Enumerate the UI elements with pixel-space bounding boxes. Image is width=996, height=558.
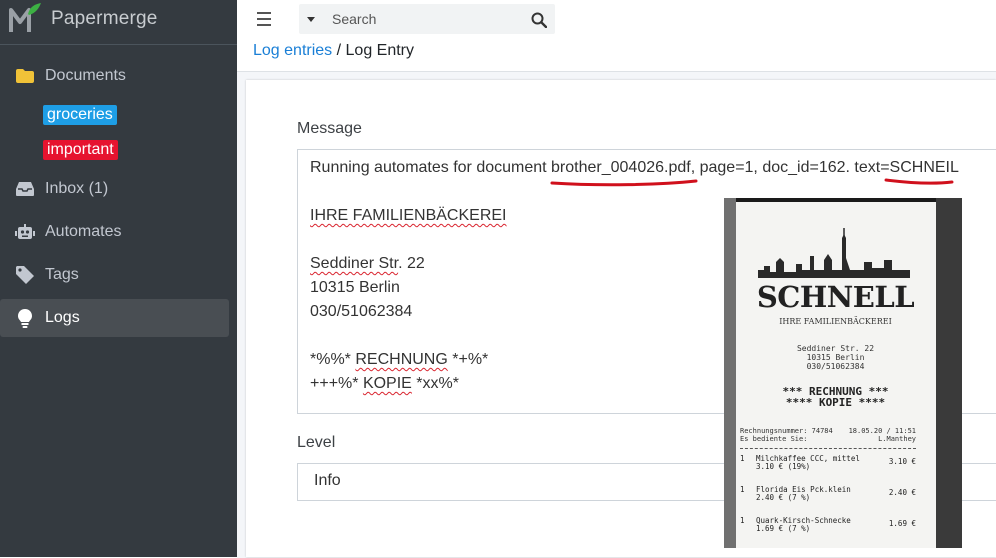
receipt-items: 1 Milchkaffee CCC, mittel 3.10 € (19%) 3.… xyxy=(740,455,916,548)
receipt-image: SCHNELL IHRE FAMILIENBÄCKEREI Seddiner S… xyxy=(724,198,962,548)
top-navbar: Search xyxy=(237,0,996,40)
papermerge-logo-icon xyxy=(8,2,42,36)
level-value: Info xyxy=(314,472,341,489)
sidebar-item-automates[interactable]: Automates xyxy=(0,213,229,251)
message-line-4: 10315 Berlin xyxy=(310,279,400,296)
sidebar-item-label: Automates xyxy=(45,223,122,240)
message-label: Message xyxy=(297,120,362,137)
sidebar-item-inbox[interactable]: Inbox (1) xyxy=(0,170,229,208)
receipt-item-sub: 1.69 € (7 %) xyxy=(756,524,811,533)
receipt-meta: Rechnungsnummer: 74784 18.05.20 / 11:51 E… xyxy=(740,427,916,443)
search-options-dropdown[interactable] xyxy=(299,4,323,34)
red-annotation-underlines xyxy=(550,178,954,187)
message-text: Seddiner Str xyxy=(310,255,399,272)
receipt-item-price: 1.69 € xyxy=(888,519,916,528)
receipt-address-line: Seddiner Str. 22 xyxy=(796,344,875,353)
message-filename: brother_004026.pdf xyxy=(551,159,691,176)
search-icon[interactable] xyxy=(531,12,547,28)
receipt-item-sub: 3.10 € (19%) xyxy=(756,462,811,471)
receipt-item-price: 2.40 € xyxy=(888,488,916,497)
receipt-served-label: Es bediente Sie: xyxy=(740,435,808,443)
receipt-item-qty: 1 xyxy=(740,516,745,525)
search-bar: Search xyxy=(299,4,555,34)
receipt-server-name: L.Manthey xyxy=(878,435,916,443)
message-line-3: Seddiner Str. 22 xyxy=(310,255,425,273)
sidebar-item-documents[interactable]: Documents xyxy=(0,57,229,95)
receipt-date: 18.05.20 / 11:51 xyxy=(848,427,916,435)
receipt-address: Seddiner Str. 22 10315 Berlin 030/510623… xyxy=(754,344,917,371)
message-text: Running automates for document xyxy=(310,159,552,176)
breadcrumb-log-entries-link[interactable]: Log entries xyxy=(253,42,332,59)
robot-icon xyxy=(15,222,35,242)
caret-down-icon xyxy=(307,16,315,22)
tag-groceries[interactable]: groceries xyxy=(43,105,117,125)
tag-important[interactable]: important xyxy=(43,140,118,160)
receipt-item: 1 Quark-Kirsch-Schnecke 1.69 € (7 %) 1.69… xyxy=(740,517,916,548)
message-text: , page=1, doc_id=162. text= xyxy=(690,159,890,176)
level-label: Level xyxy=(297,434,336,451)
receipt-item-sub: 2.40 € (7 %) xyxy=(756,493,811,502)
message-text: *xx%* xyxy=(411,375,459,392)
sidebar-item-tags[interactable]: Tags xyxy=(0,256,229,294)
receipt-number: Rechnungsnummer: 74784 xyxy=(740,427,833,435)
lightbulb-icon xyxy=(15,308,35,328)
search-input[interactable]: Search xyxy=(325,4,532,34)
message-text: RECHNUNG xyxy=(355,351,448,368)
folder-icon xyxy=(15,66,35,86)
tag-icon xyxy=(15,265,35,285)
receipt-item-qty: 1 xyxy=(740,485,745,494)
receipt-item-qty: 1 xyxy=(740,454,745,463)
message-text: *+%* xyxy=(447,351,489,368)
message-line-6: *%%* RECHNUNG *+%* xyxy=(310,351,488,369)
receipt-phone: 030/51062384 xyxy=(806,362,865,371)
message-line-2: IHRE FAMILIENBÄCKEREI xyxy=(310,207,507,224)
receipt-item-price: 3.10 € xyxy=(888,457,916,466)
receipt-tagline: IHRE FAMILIENBÄCKEREI xyxy=(779,317,892,326)
sidebar: Papermerge Documents groceries important… xyxy=(0,0,237,557)
receipt-divider xyxy=(740,448,916,449)
brand[interactable]: Papermerge xyxy=(8,0,158,38)
message-text: +++%* xyxy=(310,375,363,392)
receipt-item: 1 Milchkaffee CCC, mittel 3.10 € (19%) 3.… xyxy=(740,455,916,486)
inbox-icon xyxy=(15,179,35,199)
hamburger-menu-icon[interactable] xyxy=(257,11,275,27)
sidebar-item-label: Documents xyxy=(45,67,126,84)
breadcrumb-current: Log Entry xyxy=(345,42,414,59)
message-text: *%%* xyxy=(310,351,356,368)
message-text: KOPIE xyxy=(362,375,412,392)
message-line-1: Running automates for document brother_0… xyxy=(310,159,959,177)
receipt-item: 1 Florida Eis Pck.klein 2.40 € (7 %) 2.40… xyxy=(740,486,916,517)
breadcrumb: Log entries / Log Entry xyxy=(253,42,414,60)
message-text: . 22 xyxy=(398,255,425,272)
sidebar-item-label: Tags xyxy=(45,266,79,283)
brand-divider xyxy=(0,44,237,45)
receipt-kopie: **** KOPIE **** xyxy=(785,396,886,409)
app-name: Papermerge xyxy=(51,8,158,29)
message-line-7: +++%* KOPIE *xx%* xyxy=(310,375,459,393)
sidebar-item-logs[interactable]: Logs xyxy=(0,299,229,337)
message-ocr-text: SCHNEIL xyxy=(889,159,959,176)
breadcrumb-separator: / xyxy=(332,42,346,59)
message-line-5: 030/51062384 xyxy=(310,303,413,320)
receipt-header: *** RECHNUNG *** **** KOPIE **** xyxy=(754,386,917,408)
receipt-brand: SCHNELL xyxy=(756,280,915,314)
sidebar-item-label: Logs xyxy=(45,309,80,326)
receipt-address-line: 10315 Berlin xyxy=(806,353,865,362)
sidebar-item-label: Inbox (1) xyxy=(45,180,109,197)
